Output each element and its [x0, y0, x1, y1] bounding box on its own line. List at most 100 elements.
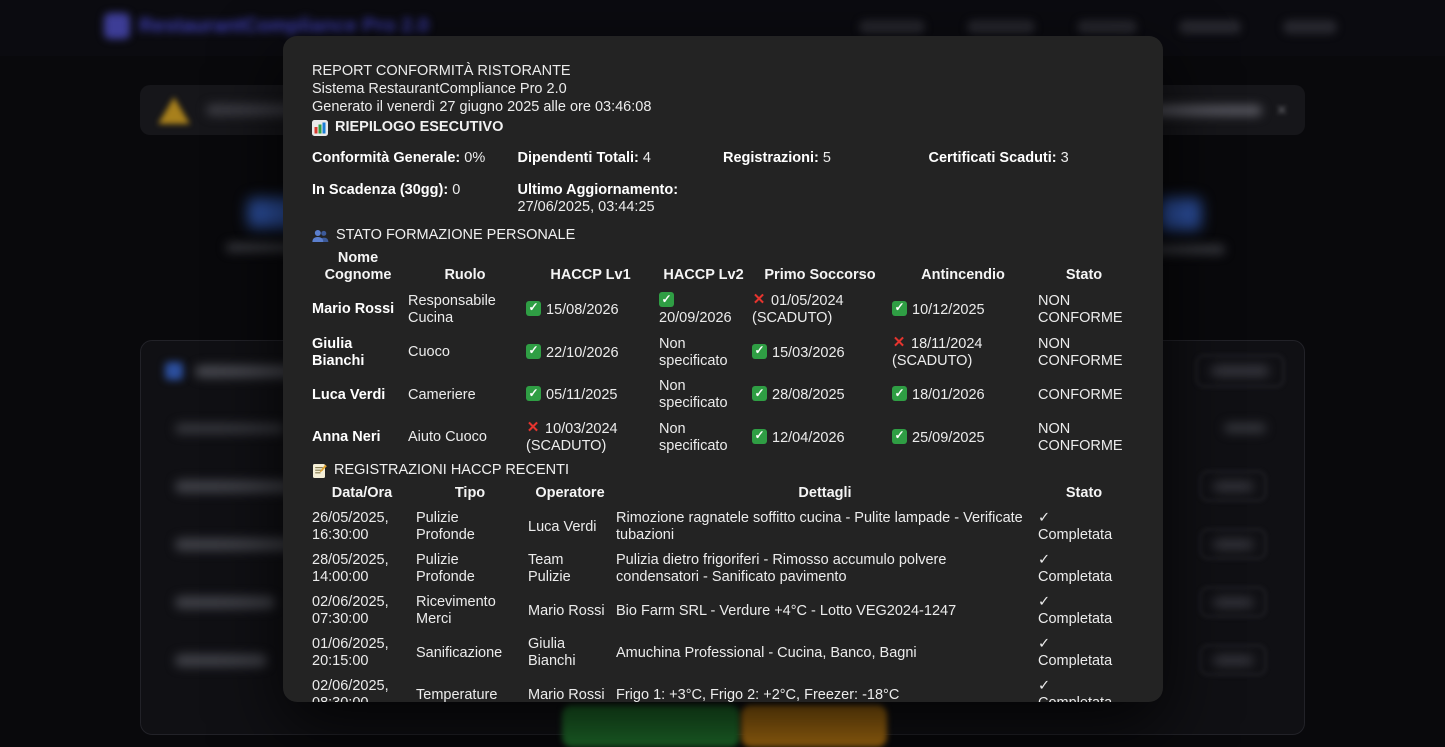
nav-item-blurred-5[interactable]	[1283, 20, 1337, 34]
haccp2-cell: Non specificato	[659, 416, 752, 459]
cert-text: 12/04/2026	[772, 430, 845, 446]
cert-text: 22/10/2026	[546, 345, 619, 361]
cert-status-icon	[526, 420, 540, 435]
stat-conformita: Conformità Generale: 0%	[312, 150, 518, 167]
stat-value: 4	[643, 150, 651, 166]
record-datetime: 28/05/2025, 14:00:00	[312, 548, 416, 590]
section-heading-personnel: STATO FORMAZIONE PERSONALE	[312, 227, 1134, 244]
employee-role: Cuoco	[408, 331, 526, 374]
record-datetime: 02/06/2025, 07:30:00	[312, 590, 416, 632]
stat-label: Conformità Generale:	[312, 150, 460, 166]
record-row: 01/06/2025, 20:15:00 Sanificazione Giuli…	[312, 632, 1134, 674]
fire-cell: 10/12/2025	[892, 288, 1038, 331]
banner-close-icon[interactable]: ×	[1276, 100, 1287, 121]
stat-dipendenti: Dipendenti Totali: 4	[518, 150, 724, 167]
nav-item-blurred-4[interactable]	[1179, 20, 1241, 34]
panel-action-button[interactable]	[1196, 355, 1284, 387]
personnel-table: Nome Cognome Ruolo HACCP Lv1 HACCP Lv2 P…	[312, 247, 1134, 459]
personnel-row: Giulia Bianchi Cuoco 22/10/2026 Non spec…	[312, 331, 1134, 374]
cert-text: 15/03/2026	[772, 345, 845, 361]
cert-text: Non specificato	[659, 378, 728, 411]
cert-status-icon	[892, 386, 907, 401]
app-brand-label: RestaurantCompliance Pro 2.0	[139, 15, 429, 38]
cert-status-icon	[892, 335, 906, 350]
record-type: Pulizie Profonde	[416, 506, 528, 548]
employee-name: Mario Rossi	[312, 288, 408, 331]
haccp1-cell: 05/11/2025	[526, 374, 659, 416]
cert-status-icon	[526, 386, 541, 401]
compliance-report-modal: REPORT CONFORMITÀ RISTORANTE Sistema Res…	[283, 36, 1163, 702]
col-haccp-lv2: HACCP Lv2	[659, 247, 752, 288]
report-title: REPORT CONFORMITÀ RISTORANTE	[312, 63, 1134, 80]
stat-certificati: Certificati Scaduti: 3	[929, 150, 1135, 167]
row-details-button[interactable]	[1200, 645, 1266, 675]
records-heading-label: REGISTRAZIONI HACCP RECENTI	[334, 462, 569, 479]
employee-role: Cameriere	[408, 374, 526, 416]
cert-status-icon	[892, 429, 907, 444]
row-details-button[interactable]	[1200, 529, 1266, 559]
haccp2-cell: Non specificato	[659, 374, 752, 416]
haccp2-cell: 20/09/2026	[659, 288, 752, 331]
report-system: Sistema RestaurantCompliance Pro 2.0	[312, 81, 1134, 98]
first-aid-cell: 28/08/2025	[752, 374, 892, 416]
employee-status: NON CONFORME	[1038, 416, 1134, 459]
col-operatore: Operatore	[528, 482, 616, 506]
secondary-action-button[interactable]	[741, 705, 887, 747]
first-aid-cell: 15/03/2026	[752, 331, 892, 374]
col-haccp-lv1: HACCP Lv1	[526, 247, 659, 288]
stat-number-blurred	[1159, 198, 1201, 230]
column-label-blurred	[175, 423, 285, 434]
col-stato: Stato	[1038, 482, 1134, 506]
app-logo-icon	[104, 13, 130, 39]
personnel-header-row: Nome Cognome Ruolo HACCP Lv1 HACCP Lv2 P…	[312, 247, 1134, 288]
record-row: 28/05/2025, 14:00:00 Pulizie Profonde Te…	[312, 548, 1134, 590]
section-heading-records: REGISTRAZIONI HACCP RECENTI	[312, 462, 1134, 479]
nav-item-blurred-1[interactable]	[859, 20, 925, 34]
row-details-button[interactable]	[1200, 587, 1266, 617]
cert-status-icon	[892, 301, 907, 316]
report-generated: Generato il venerdì 27 giugno 2025 alle …	[312, 99, 1134, 116]
stat-label: Certificati Scaduti:	[929, 150, 1057, 166]
personnel-heading-label: STATO FORMAZIONE PERSONALE	[336, 227, 575, 244]
col-stato: Stato	[1038, 247, 1134, 288]
stat-label: Dipendenti Totali:	[518, 150, 639, 166]
warning-triangle-icon	[158, 97, 190, 124]
fire-cell: 18/11/2024 (SCADUTO)	[892, 331, 1038, 374]
download-report-button[interactable]	[562, 705, 740, 747]
haccp1-cell: 15/08/2026	[526, 288, 659, 331]
record-operator: Giulia Bianchi	[528, 632, 616, 674]
employee-role: Responsabile Cucina	[408, 288, 526, 331]
stat-value: 0	[452, 182, 460, 198]
cert-text: Non specificato	[659, 336, 728, 369]
row-details-button[interactable]	[1200, 471, 1266, 501]
stat-value: 27/06/2025, 03:44:25	[518, 199, 655, 215]
cert-text: 25/09/2025	[912, 430, 985, 446]
record-type: Temperature	[416, 674, 528, 702]
cert-status-icon	[526, 344, 541, 359]
cert-status-icon	[752, 429, 767, 444]
record-details: Frigo 1: +3°C, Frigo 2: +2°C, Freezer: -…	[616, 674, 1038, 702]
col-antincendio: Antincendio	[892, 247, 1038, 288]
records-header-row: Data/Ora Tipo Operatore Dettagli Stato	[312, 482, 1134, 506]
records-table: Data/Ora Tipo Operatore Dettagli Stato 2…	[312, 482, 1134, 702]
cert-text: 20/09/2026	[659, 310, 732, 326]
personnel-row: Luca Verdi Cameriere 05/11/2025 Non spec…	[312, 374, 1134, 416]
stat-value: 3	[1061, 150, 1069, 166]
panel-title-icon	[165, 362, 183, 380]
fire-cell: 18/01/2026	[892, 374, 1038, 416]
record-type: Sanificazione	[416, 632, 528, 674]
cert-text: 18/01/2026	[912, 387, 985, 403]
nav-links	[859, 20, 1337, 34]
haccp2-cell: Non specificato	[659, 331, 752, 374]
stat-label: In Scadenza (30gg):	[312, 182, 448, 198]
record-row: 02/06/2025, 08:30:00 Temperature Mario R…	[312, 674, 1134, 702]
nav-item-blurred-3[interactable]	[1077, 20, 1137, 34]
employee-status: NON CONFORME	[1038, 331, 1134, 374]
record-status: ✓ Completata	[1038, 632, 1134, 674]
record-status: ✓ Completata	[1038, 590, 1134, 632]
nav-item-blurred-2[interactable]	[967, 20, 1035, 34]
section-heading-summary: RIEPILOGO ESECUTIVO	[312, 119, 1134, 136]
record-details: Rimozione ragnatele soffitto cucina - Pu…	[616, 506, 1038, 548]
record-status: ✓ Completata	[1038, 548, 1134, 590]
col-tipo: Tipo	[416, 482, 528, 506]
